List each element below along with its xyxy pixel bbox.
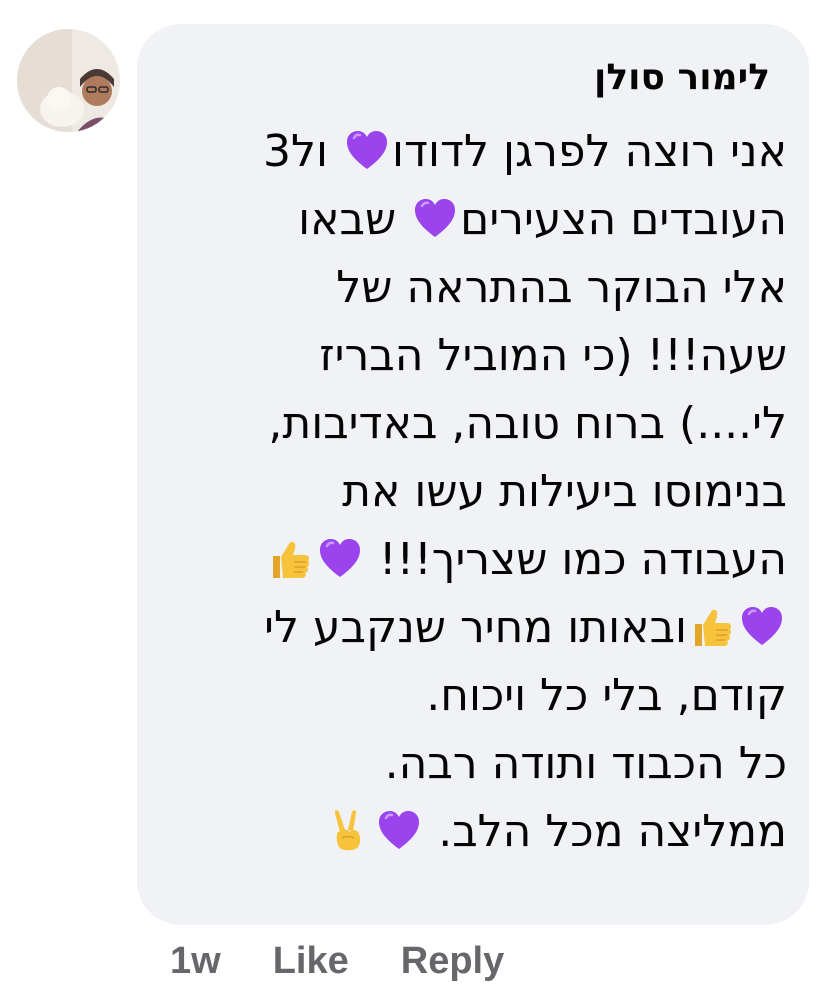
comment-line-text: ממליצה מכל הלב.	[424, 806, 787, 857]
comment-actions: 1w Like Reply	[170, 936, 504, 986]
comment-line: ממליצה מכל הלב.	[147, 798, 787, 866]
comment-line: ובאותו מחיר שנקבע לי	[147, 594, 787, 662]
comment-author[interactable]: לימור סולן	[594, 54, 770, 102]
avatar[interactable]	[17, 29, 120, 132]
comment-line: העבודה כמו שצריך!!!	[147, 526, 787, 594]
comment-line: כל הכבוד ותודה רבה.	[147, 730, 787, 798]
purple-heart-icon	[412, 196, 458, 242]
reply-button[interactable]: Reply	[401, 940, 504, 983]
comment-line-text: ול3	[263, 126, 343, 177]
comment-line-text: בנימוסו ביעילות עשו את	[342, 466, 787, 517]
comment-line-text: כל הכבוד ותודה רבה.	[384, 738, 787, 789]
thumbs-up-icon	[267, 536, 313, 582]
comment-line: שעה!!! (כי המוביל הבריז	[147, 322, 787, 390]
comment-line: העובדים הצעירים שבאו	[147, 186, 787, 254]
purple-heart-icon	[376, 808, 422, 854]
comment-line: לי....) ברוח טובה, באדיבות,	[147, 390, 787, 458]
purple-heart-icon	[317, 536, 363, 582]
comment-line-text: אני רוצה לפרגן לדודו	[392, 126, 787, 177]
comment-line-text: העובדים הצעירים	[460, 194, 787, 245]
comment-line: קודם, בלי כל ויכוח.	[147, 662, 787, 730]
comment-line: אני רוצה לפרגן לדודו ול3	[147, 118, 787, 186]
victory-hand-icon	[326, 808, 372, 854]
comment-line-text: שעה!!! (כי המוביל הבריז	[319, 330, 787, 381]
comment-line-text: העבודה כמו שצריך!!!	[364, 534, 787, 585]
comment-line: בנימוסו ביעילות עשו את	[147, 458, 787, 526]
comment-line-text: לי....) ברוח טובה, באדיבות,	[268, 398, 787, 449]
comment-line-text: אלי הבוקר בהתראה של	[336, 262, 787, 313]
timestamp[interactable]: 1w	[170, 940, 221, 983]
like-button[interactable]: Like	[273, 940, 349, 983]
purple-heart-icon	[739, 604, 785, 650]
comment-line-text: ובאותו מחיר שנקבע לי	[264, 602, 687, 653]
comment-line-text: שבאו	[298, 194, 411, 245]
comment-text: אני רוצה לפרגן לדודו ול3 העובדים הצעירים …	[147, 118, 787, 866]
purple-heart-icon	[344, 128, 390, 174]
comment-line-text: קודם, בלי כל ויכוח.	[426, 670, 787, 721]
thumbs-up-icon	[689, 604, 735, 650]
comment: לימור סולן אני רוצה לפרגן לדודו ול3 העובד…	[0, 0, 827, 1000]
comment-line: אלי הבוקר בהתראה של	[147, 254, 787, 322]
